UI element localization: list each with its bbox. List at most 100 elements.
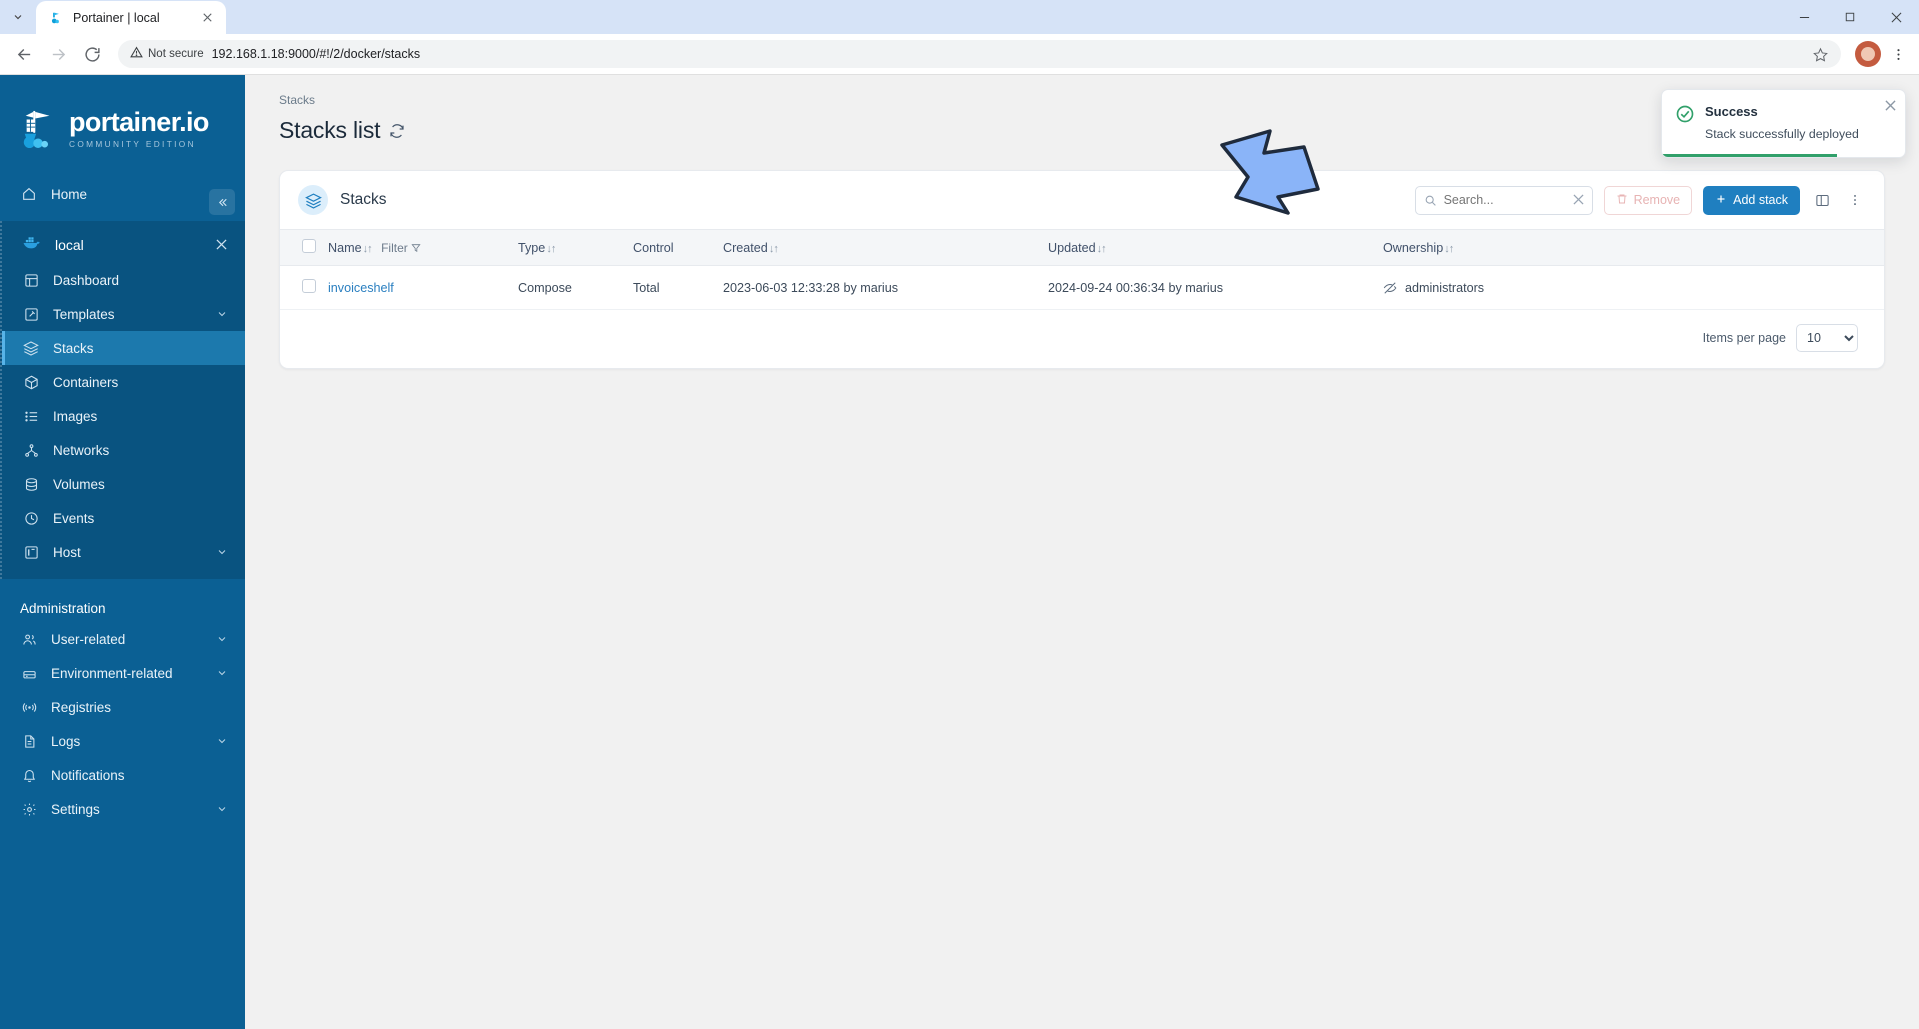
sidebar-item-settings[interactable]: Settings	[0, 792, 245, 826]
sort-icon[interactable]: ↓↑	[1444, 243, 1454, 255]
back-icon[interactable]	[8, 38, 40, 70]
tab-close-icon[interactable]	[199, 9, 216, 26]
sidebar-item-user-related[interactable]: User-related	[0, 622, 245, 656]
browser-toolbar: Not secure 192.168.1.18:9000/#!/2/docker…	[0, 34, 1919, 74]
sidebar-item-images[interactable]: Images	[2, 399, 245, 433]
chevron-down-icon[interactable]	[216, 633, 228, 645]
ownership-label: administrators	[1405, 280, 1485, 295]
chevron-down-icon[interactable]	[216, 735, 228, 747]
forward-icon[interactable]	[42, 38, 74, 70]
filter-label[interactable]: Filter	[381, 241, 408, 255]
stacks-layers-icon	[22, 339, 40, 357]
environment-current[interactable]: local	[2, 227, 245, 263]
column-created-label: Created	[723, 240, 768, 255]
browser-menu-icon[interactable]	[1885, 41, 1911, 67]
chevron-down-icon[interactable]	[216, 803, 228, 815]
column-updated[interactable]: Updated↓↑	[1048, 230, 1383, 266]
address-bar[interactable]: Not secure 192.168.1.18:9000/#!/2/docker…	[118, 40, 1841, 68]
column-control-label: Control	[633, 240, 674, 255]
stack-name-link[interactable]: invoiceshelf	[328, 281, 394, 295]
page-title-text: Stacks list	[279, 117, 381, 143]
sidebar-item-dashboard[interactable]: Dashboard	[2, 263, 245, 297]
sidebar-item-label: Registries	[51, 699, 112, 715]
security-indicator[interactable]: Not secure	[130, 46, 204, 62]
sidebar-item-networks[interactable]: Networks	[2, 433, 245, 467]
sidebar-item-events[interactable]: Events	[2, 501, 245, 535]
sidebar-item-label: Events	[53, 510, 95, 526]
sidebar-item-volumes[interactable]: Volumes	[2, 467, 245, 501]
sort-icon[interactable]: ↓↑	[1097, 243, 1107, 255]
column-ownership[interactable]: Ownership↓↑	[1383, 230, 1884, 266]
browser-tab[interactable]: Portainer | local	[36, 1, 226, 34]
row-checkbox-cell[interactable]	[280, 266, 328, 310]
profile-avatar[interactable]	[1855, 41, 1881, 67]
cell-updated: 2024-09-24 00:36:34 by marius	[1048, 280, 1224, 295]
reload-icon[interactable]	[76, 38, 108, 70]
portainer-logo[interactable]: portainer.io COMMUNITY EDITION	[0, 97, 245, 161]
tab-search-icon[interactable]	[4, 3, 32, 31]
select-all-checkbox[interactable]	[302, 239, 316, 253]
row-checkbox[interactable]	[302, 279, 316, 293]
card-more-icon[interactable]	[1844, 189, 1866, 211]
gear-icon	[20, 800, 38, 818]
environment-close-icon[interactable]	[216, 238, 227, 253]
sidebar-item-label: Dashboard	[53, 272, 120, 288]
warning-triangle-icon	[130, 46, 143, 62]
sidebar-item-registries[interactable]: Registries	[0, 690, 245, 724]
page-title: Stacks list	[279, 117, 1897, 144]
sidebar-item-home[interactable]: Home	[0, 177, 245, 211]
column-type-label: Type	[518, 240, 546, 255]
maximize-icon[interactable]	[1827, 0, 1873, 34]
sidebar-item-stacks[interactable]: Stacks	[2, 331, 245, 365]
sidebar-nav: Home local Dashboard Templates Stacks Co…	[0, 177, 245, 826]
sidebar-item-label: Host	[53, 544, 81, 560]
search-icon	[1424, 194, 1437, 207]
cell-control: Total	[633, 280, 660, 295]
items-per-page-select[interactable]: 10	[1796, 324, 1858, 352]
sort-icon[interactable]: ↓↑	[546, 243, 556, 255]
sidebar-item-environment-related[interactable]: Environment-related	[0, 656, 245, 690]
sidebar-item-host[interactable]: Host	[2, 535, 245, 569]
column-name[interactable]: Name↓↑ Filter	[328, 230, 518, 266]
card-title: Stacks	[340, 191, 387, 208]
sidebar-item-templates[interactable]: Templates	[2, 297, 245, 331]
sidebar-item-logs[interactable]: Logs	[0, 724, 245, 758]
sidebar-item-notifications[interactable]: Notifications	[0, 758, 245, 792]
column-type[interactable]: Type↓↑	[518, 230, 633, 266]
sidebar-item-label: User-related	[51, 631, 126, 647]
chevron-down-icon[interactable]	[216, 667, 228, 679]
security-label: Not secure	[148, 48, 204, 60]
card-actions: Remove Add stack	[1414, 185, 1866, 215]
containers-box-icon	[22, 373, 40, 391]
table-row[interactable]: invoiceshelf Compose Total 2023-06-03 12…	[280, 266, 1884, 310]
chevron-down-icon[interactable]	[216, 308, 228, 320]
images-list-icon	[22, 407, 40, 425]
cell-ownership: administrators	[1383, 266, 1884, 310]
sidebar-item-label: Templates	[53, 306, 115, 322]
toast-message: Stack successfully deployed	[1705, 127, 1859, 141]
remove-button[interactable]: Remove	[1603, 185, 1693, 215]
sort-icon[interactable]: ↓↑	[769, 243, 779, 255]
toast-close-icon[interactable]	[1885, 99, 1896, 114]
table-header-row: Name↓↑ Filter Type↓↑ Control Created↓↑ U…	[280, 229, 1884, 266]
refresh-icon[interactable]	[389, 123, 405, 139]
window-close-icon[interactable]	[1873, 0, 1919, 34]
funnel-icon[interactable]	[411, 241, 421, 255]
breadcrumb[interactable]: Stacks	[279, 93, 1897, 107]
browser-window: Portainer | local Not secure 192.168.1.1…	[0, 0, 1919, 1029]
stacks-table: Name↓↑ Filter Type↓↑ Control Created↓↑ U…	[280, 229, 1884, 310]
column-created[interactable]: Created↓↑	[723, 230, 1048, 266]
minimize-icon[interactable]	[1781, 0, 1827, 34]
sidebar-item-containers[interactable]: Containers	[2, 365, 245, 399]
columns-layout-icon[interactable]	[1811, 189, 1833, 211]
search-input[interactable]	[1443, 193, 1566, 207]
chevron-down-icon[interactable]	[216, 546, 228, 558]
tab-title: Portainer | local	[73, 10, 160, 25]
search-clear-icon[interactable]	[1573, 193, 1584, 208]
search-box[interactable]	[1414, 185, 1593, 215]
sort-icon[interactable]: ↓↑	[363, 243, 373, 255]
add-stack-button[interactable]: Add stack	[1703, 185, 1800, 215]
select-all-checkbox-cell[interactable]	[280, 230, 328, 266]
bookmark-star-icon[interactable]	[1809, 43, 1831, 65]
table-footer: Items per page 10	[280, 310, 1884, 368]
